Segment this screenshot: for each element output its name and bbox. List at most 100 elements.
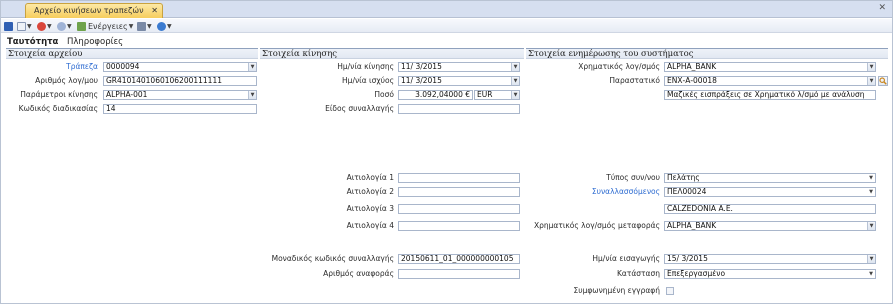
chevron-down-icon: ▼ — [128, 22, 134, 30]
transaction-type-label: Είδος συναλλαγής — [325, 104, 394, 113]
reason-3-field[interactable] — [398, 204, 520, 214]
import-date-value: 15/ 3/2015 — [667, 254, 708, 263]
reference-label: Αριθμός αναφοράς — [323, 269, 394, 278]
bank-field[interactable]: 0000094 ▼ — [103, 62, 257, 72]
bank-label[interactable]: Τράπεζα — [66, 62, 98, 72]
search-button[interactable]: ▼ — [57, 21, 72, 31]
transfer-account-field[interactable]: ALPHA_BANK ▼ — [664, 221, 876, 231]
document-description-field: Μαζικές εισπράξεις σε Χρηματικό λ/σμό με… — [664, 90, 876, 100]
close-tab-icon[interactable]: ✕ — [151, 4, 158, 17]
financial-account-field[interactable]: ALPHA_BANK ▼ — [664, 62, 876, 72]
proc-code-value: 14 — [106, 104, 116, 113]
delete-icon — [37, 21, 46, 31]
party-type-value: Πελάτης — [667, 173, 700, 182]
chevron-down-icon[interactable]: ▼ — [867, 270, 875, 278]
chevron-down-icon[interactable]: ▼ — [867, 174, 875, 182]
new-button[interactable]: ▼ — [17, 21, 32, 31]
document-tab-title: Αρχείο κινήσεων τραπεζών — [34, 6, 144, 15]
party-name-field: CALZEDONIA A.E. — [664, 204, 876, 214]
document-description-value: Μαζικές εισπράξεις σε Χρηματικό λ/σμό με… — [667, 90, 865, 99]
value-date-label: Ημ/νία ισχύος — [342, 76, 394, 85]
chevron-down-icon[interactable]: ▼ — [248, 63, 256, 71]
party-name-value: CALZEDONIA A.E. — [667, 204, 733, 213]
actions-icon — [77, 21, 86, 31]
account-label: Αριθμός λογ/μου — [35, 76, 98, 85]
chevron-down-icon: ▼ — [27, 22, 32, 30]
reference-field[interactable] — [398, 269, 520, 279]
close-window-icon[interactable]: ✕ — [878, 3, 886, 13]
actions-button[interactable]: Ενέργειες ▼ — [77, 21, 133, 31]
transaction-type-field[interactable] — [398, 104, 520, 114]
window: Αρχείο κινήσεων τραπεζών ✕ ✕ ▼ ▼ ▼ Ενέργ… — [0, 0, 893, 304]
chevron-down-icon[interactable]: ▼ — [511, 91, 519, 99]
movement-date-label: Ημ/νία κίνησης — [337, 62, 394, 71]
reason-3-label: Αιτιολογία 3 — [346, 204, 394, 213]
print-button[interactable]: ▼ — [137, 21, 152, 31]
unique-code-value: 20150611_01_000000000105 — [401, 254, 514, 263]
proc-code-label: Κωδικός διαδικασίας — [18, 104, 98, 113]
delete-button[interactable]: ▼ — [37, 21, 52, 31]
party-value: ΠΕΛ00024 — [667, 187, 707, 196]
account-value: GR4101401060106200111111 — [106, 76, 223, 85]
reason-4-field[interactable] — [398, 221, 520, 231]
help-button[interactable]: ▼ — [157, 21, 172, 31]
document-field[interactable]: ΕΝΧ-Α-00018 ▼ — [664, 76, 876, 86]
params-label: Παράμετροι κίνησης — [20, 90, 98, 99]
chevron-down-icon: ▼ — [47, 22, 52, 30]
chevron-down-icon[interactable]: ▼ — [511, 63, 519, 71]
party-label[interactable]: Συναλλασσόμενος — [592, 187, 660, 197]
section-movement: Στοιχεία κίνησης — [260, 48, 524, 59]
search-icon — [879, 77, 887, 85]
status-value: Επεξεργασμένο — [667, 269, 726, 278]
party-field[interactable]: ΠΕΛ00024 ▼ — [664, 187, 876, 197]
chevron-down-icon: ▼ — [67, 22, 72, 30]
status-label: Κατάσταση — [616, 269, 660, 278]
chevron-down-icon[interactable]: ▼ — [248, 91, 256, 99]
new-document-icon — [17, 21, 26, 31]
reason-4-label: Αιτιολογία 4 — [346, 221, 394, 230]
actions-label: Ενέργειες — [88, 21, 128, 31]
tab-information[interactable]: Πληροφορίες — [67, 37, 123, 48]
search-icon — [57, 21, 66, 31]
unique-code-label: Μοναδικός κωδικός συναλλαγής — [271, 254, 394, 263]
transfer-account-value: ALPHA_BANK — [667, 221, 717, 230]
toolbar: ▼ ▼ ▼ Ενέργειες ▼ ▼ ▼ — [1, 19, 892, 33]
unique-code-field[interactable]: 20150611_01_000000000105 — [398, 254, 520, 264]
amount-value: 3.092,04000 € — [415, 90, 470, 99]
save-button[interactable] — [4, 21, 13, 31]
amount-field[interactable]: 3.092,04000 € — [398, 90, 473, 100]
transfer-account-label: Χρηματικός λογ/σμός μεταφοράς — [533, 221, 660, 230]
status-field[interactable]: Επεξεργασμένο ▼ — [664, 269, 876, 279]
movement-date-field[interactable]: 11/ 3/2015 ▼ — [398, 62, 520, 72]
amount-label: Ποσό — [374, 90, 394, 99]
financial-account-value: ALPHA_BANK — [667, 62, 717, 71]
currency-value: EUR — [477, 90, 493, 99]
document-search-button[interactable] — [878, 76, 888, 86]
chevron-down-icon[interactable]: ▼ — [867, 77, 875, 85]
value-date-field[interactable]: 11/ 3/2015 ▼ — [398, 76, 520, 86]
chevron-down-icon[interactable]: ▼ — [867, 255, 875, 263]
chevron-down-icon[interactable]: ▼ — [867, 63, 875, 71]
reason-1-field[interactable] — [398, 173, 520, 183]
document-tab[interactable]: Αρχείο κινήσεων τραπεζών ✕ — [25, 3, 163, 18]
bank-value: 0000094 — [106, 62, 140, 71]
params-field[interactable]: ALPHA-001 ▼ — [103, 90, 257, 100]
chevron-down-icon[interactable]: ▼ — [867, 222, 875, 230]
import-date-field[interactable]: 15/ 3/2015 ▼ — [664, 254, 876, 264]
movement-date-value: 11/ 3/2015 — [401, 62, 442, 71]
party-type-label: Τύπος συν/νου — [606, 173, 660, 182]
section-file-info: Στοιχεία αρχείου — [6, 48, 258, 59]
chevron-down-icon[interactable]: ▼ — [511, 77, 519, 85]
reason-1-label: Αιτιολογία 1 — [346, 173, 394, 182]
financial-account-label: Χρηματικός λογ/σμός — [578, 62, 660, 71]
reconciled-checkbox[interactable] — [666, 287, 674, 295]
party-type-field[interactable]: Πελάτης ▼ — [664, 173, 876, 183]
account-field[interactable]: GR4101401060106200111111 — [103, 76, 257, 86]
proc-code-field[interactable]: 14 — [103, 104, 257, 114]
document-tab-bar: Αρχείο κινήσεων τραπεζών ✕ ✕ — [1, 1, 892, 18]
chevron-down-icon: ▼ — [147, 22, 152, 30]
chevron-down-icon[interactable]: ▼ — [867, 188, 875, 196]
reason-2-label: Αιτιολογία 2 — [346, 187, 394, 196]
reason-2-field[interactable] — [398, 187, 520, 197]
currency-field[interactable]: EUR ▼ — [474, 90, 520, 100]
